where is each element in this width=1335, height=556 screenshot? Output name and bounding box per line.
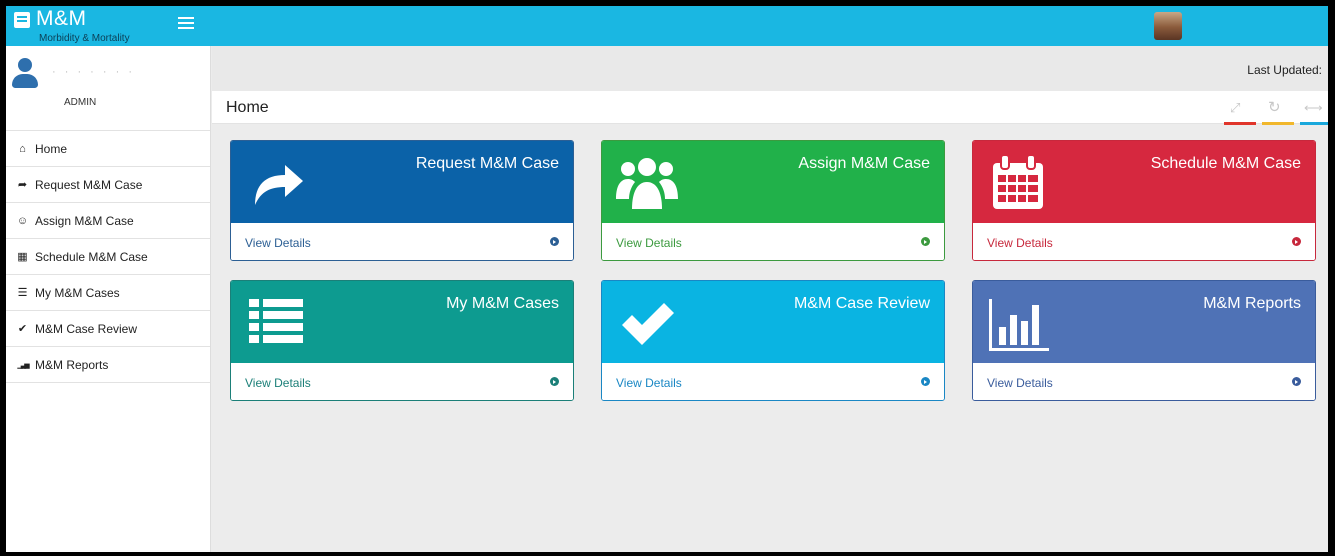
sidebar-item-label: Assign M&M Case xyxy=(35,213,134,228)
user-role: ADMIN xyxy=(64,97,97,108)
tile-request-case[interactable]: Request M&M Case View Details xyxy=(230,140,574,261)
hamburger-menu-icon[interactable] xyxy=(178,17,194,33)
calendar-icon: ▦ xyxy=(17,251,28,263)
tile-header: M&M Case Review xyxy=(602,281,944,363)
user-icon xyxy=(12,58,38,98)
view-details-link[interactable]: View Details xyxy=(616,236,682,250)
tile-footer[interactable]: View Details xyxy=(973,363,1315,400)
tile-header: Request M&M Case xyxy=(231,141,573,223)
user-panel: · · · · · · · ADMIN xyxy=(6,46,210,131)
sidebar-item-label: M&M Case Review xyxy=(35,321,138,336)
tile-case-review[interactable]: M&M Case Review View Details xyxy=(601,280,945,401)
app-title: M&M xyxy=(36,7,87,30)
tile-footer[interactable]: View Details xyxy=(231,363,573,400)
tile-title: Request M&M Case xyxy=(415,155,559,172)
collapse-icon[interactable]: ⟷ xyxy=(1304,100,1323,116)
accent-line-yellow xyxy=(1262,122,1294,125)
refresh-icon[interactable]: ↻ xyxy=(1268,98,1281,116)
tile-reports[interactable]: M&M Reports View Details xyxy=(972,280,1316,401)
app-subtitle: Morbidity & Mortality xyxy=(39,33,130,44)
check-icon xyxy=(622,303,674,345)
view-details-link[interactable]: View Details xyxy=(245,236,311,250)
tile-footer[interactable]: View Details xyxy=(973,223,1315,260)
accent-line-red xyxy=(1224,122,1256,125)
sidebar-item-label: My M&M Cases xyxy=(35,285,120,300)
sidebar-item-my-cases[interactable]: ☰ My M&M Cases xyxy=(6,275,210,311)
status-bar: Last Updated: xyxy=(212,46,1328,91)
tile-title: Schedule M&M Case xyxy=(1150,155,1301,172)
accent-line-blue xyxy=(1300,122,1328,125)
share-arrow-icon: ➦ xyxy=(17,179,28,191)
arrow-circle-right-icon[interactable] xyxy=(1292,237,1301,246)
sidebar: · · · · · · · ADMIN ⌂ Home ➦ Request M&M… xyxy=(6,46,211,552)
sidebar-item-reports[interactable]: ▁▃▅ M&M Reports xyxy=(6,347,210,383)
fullscreen-icon[interactable]: ⤢ xyxy=(1230,100,1240,116)
tile-my-cases[interactable]: My M&M Cases View Details xyxy=(230,280,574,401)
arrow-circle-right-icon[interactable] xyxy=(921,237,930,246)
tile-title: Assign M&M Case xyxy=(798,155,930,172)
sidebar-item-label: Schedule M&M Case xyxy=(35,249,148,264)
arrow-circle-right-icon[interactable] xyxy=(550,377,559,386)
users-icon xyxy=(616,158,678,209)
tile-assign-case[interactable]: Assign M&M Case View Details xyxy=(601,140,945,261)
list-icon xyxy=(249,299,303,343)
tile-title: M&M Case Review xyxy=(793,295,930,312)
tile-header: My M&M Cases xyxy=(231,281,573,363)
list-icon: ☰ xyxy=(17,287,28,299)
view-details-link[interactable]: View Details xyxy=(987,376,1053,390)
sidebar-item-label: M&M Reports xyxy=(35,357,109,372)
app-logo-icon xyxy=(14,12,30,28)
arrow-circle-right-icon[interactable] xyxy=(1292,377,1301,386)
tile-title: My M&M Cases xyxy=(446,295,559,312)
sidebar-item-assign-case[interactable]: ☺ Assign M&M Case xyxy=(6,203,210,239)
calendar-icon xyxy=(993,154,1043,209)
tile-header: Assign M&M Case xyxy=(602,141,944,223)
tile-header: Schedule M&M Case xyxy=(973,141,1315,223)
users-icon: ☺ xyxy=(16,214,29,227)
check-icon: ✔ xyxy=(17,323,28,335)
bar-chart-icon: ▁▃▅ xyxy=(17,361,29,369)
user-avatar[interactable] xyxy=(1154,12,1182,40)
share-arrow-icon xyxy=(255,165,303,205)
sidebar-item-case-review[interactable]: ✔ M&M Case Review xyxy=(6,311,210,347)
arrow-circle-right-icon[interactable] xyxy=(550,237,559,246)
sidebar-item-label: Request M&M Case xyxy=(35,177,143,192)
last-updated: Last Updated: xyxy=(1247,63,1322,77)
app-window: M&M Morbidity & Mortality · · · · · · · … xyxy=(6,6,1328,552)
home-icon: ⌂ xyxy=(19,142,26,155)
tile-footer[interactable]: View Details xyxy=(231,223,573,260)
bar-chart-icon xyxy=(989,299,1049,351)
user-name: · · · · · · · xyxy=(52,66,135,78)
tile-schedule-case[interactable]: Schedule M&M Case View Details xyxy=(972,140,1316,261)
view-details-link[interactable]: View Details xyxy=(987,236,1053,250)
page-header: Home ⤢ ↻ ⟷ xyxy=(212,91,1328,125)
view-details-link[interactable]: View Details xyxy=(616,376,682,390)
tile-title: M&M Reports xyxy=(1203,295,1301,312)
top-bar: M&M Morbidity & Mortality xyxy=(6,6,1328,46)
sidebar-item-home[interactable]: ⌂ Home xyxy=(6,131,210,167)
sidebar-item-request-case[interactable]: ➦ Request M&M Case xyxy=(6,167,210,203)
arrow-circle-right-icon[interactable] xyxy=(921,377,930,386)
tile-footer[interactable]: View Details xyxy=(602,363,944,400)
page-title: Home xyxy=(226,99,269,116)
tile-header: M&M Reports xyxy=(973,281,1315,363)
sidebar-item-label: Home xyxy=(35,141,68,156)
tile-footer[interactable]: View Details xyxy=(602,223,944,260)
sidebar-item-schedule-case[interactable]: ▦ Schedule M&M Case xyxy=(6,239,210,275)
view-details-link[interactable]: View Details xyxy=(245,376,311,390)
